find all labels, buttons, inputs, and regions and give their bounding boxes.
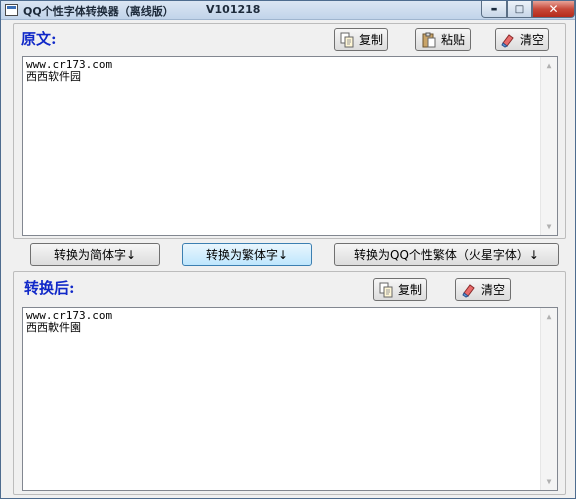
scroll-up-arrow-icon[interactable]: ▲ (541, 57, 557, 74)
source-text-line-2: 西西软件园 (26, 70, 81, 83)
app-window: QQ个性字体转换器（离线版） V101218 ▬ □ ✕ 原文: 复制 粘贴 清… (0, 0, 576, 499)
result-clear-label: 清空 (480, 283, 505, 297)
paste-label: 粘贴 (440, 33, 465, 47)
source-copy-button[interactable]: 复制 (334, 28, 388, 51)
convert-qq-button[interactable]: 转换为QQ个性繁体（火星字体）↓ (334, 243, 559, 266)
scroll-down-arrow-icon[interactable]: ▼ (541, 218, 557, 235)
close-button[interactable]: ✕ (532, 1, 575, 18)
source-text-line-1: www.cr173.com (26, 58, 113, 71)
convert-traditional-label: 转换为繁体字↓ (205, 248, 289, 262)
convert-simplified-button[interactable]: 转换为简体字↓ (30, 243, 160, 266)
result-scrollbar[interactable]: ▲ ▼ (540, 308, 557, 490)
maximize-icon: □ (514, 3, 525, 15)
eraser-icon (461, 282, 477, 298)
convert-traditional-button[interactable]: 转换为繁体字↓ (182, 243, 312, 266)
result-label: 转换后: (24, 279, 75, 297)
source-clear-label: 清空 (519, 33, 544, 47)
app-window-icon[interactable] (5, 4, 18, 16)
close-icon: ✕ (548, 2, 559, 16)
window-version: V101218 (206, 3, 261, 16)
source-textarea[interactable]: www.cr173.com 西西软件园 ▲ ▼ (22, 56, 558, 236)
minimize-button[interactable]: ▬ (481, 1, 507, 18)
convert-simplified-label: 转换为简体字↓ (53, 248, 137, 262)
scroll-down-arrow-icon[interactable]: ▼ (541, 473, 557, 490)
copy-icon (378, 282, 394, 298)
source-scrollbar[interactable]: ▲ ▼ (540, 57, 557, 235)
convert-qq-label: 转换为QQ个性繁体（火星字体）↓ (354, 248, 539, 262)
result-copy-label: 复制 (397, 283, 422, 297)
copy-icon (339, 32, 355, 48)
window-title: QQ个性字体转换器（离线版） (23, 5, 174, 18)
source-copy-label: 复制 (358, 33, 383, 47)
result-text-line-2: 西西軟件園 (26, 321, 81, 334)
eraser-icon (500, 32, 516, 48)
title-bar[interactable]: QQ个性字体转换器（离线版） V101218 ▬ □ ✕ (1, 1, 575, 20)
source-clear-button[interactable]: 清空 (495, 28, 549, 51)
window-controls: ▬ □ ✕ (481, 1, 575, 18)
minimize-icon: ▬ (490, 5, 498, 13)
result-textarea[interactable]: www.cr173.com 西西軟件園 ▲ ▼ (22, 307, 558, 491)
result-text-line-1: www.cr173.com (26, 309, 113, 322)
paste-button[interactable]: 粘贴 (415, 28, 471, 51)
paste-icon (421, 32, 437, 48)
maximize-button[interactable]: □ (507, 1, 532, 18)
result-copy-button[interactable]: 复制 (373, 278, 427, 301)
scroll-up-arrow-icon[interactable]: ▲ (541, 308, 557, 325)
source-label: 原文: (21, 30, 57, 48)
result-clear-button[interactable]: 清空 (455, 278, 511, 301)
